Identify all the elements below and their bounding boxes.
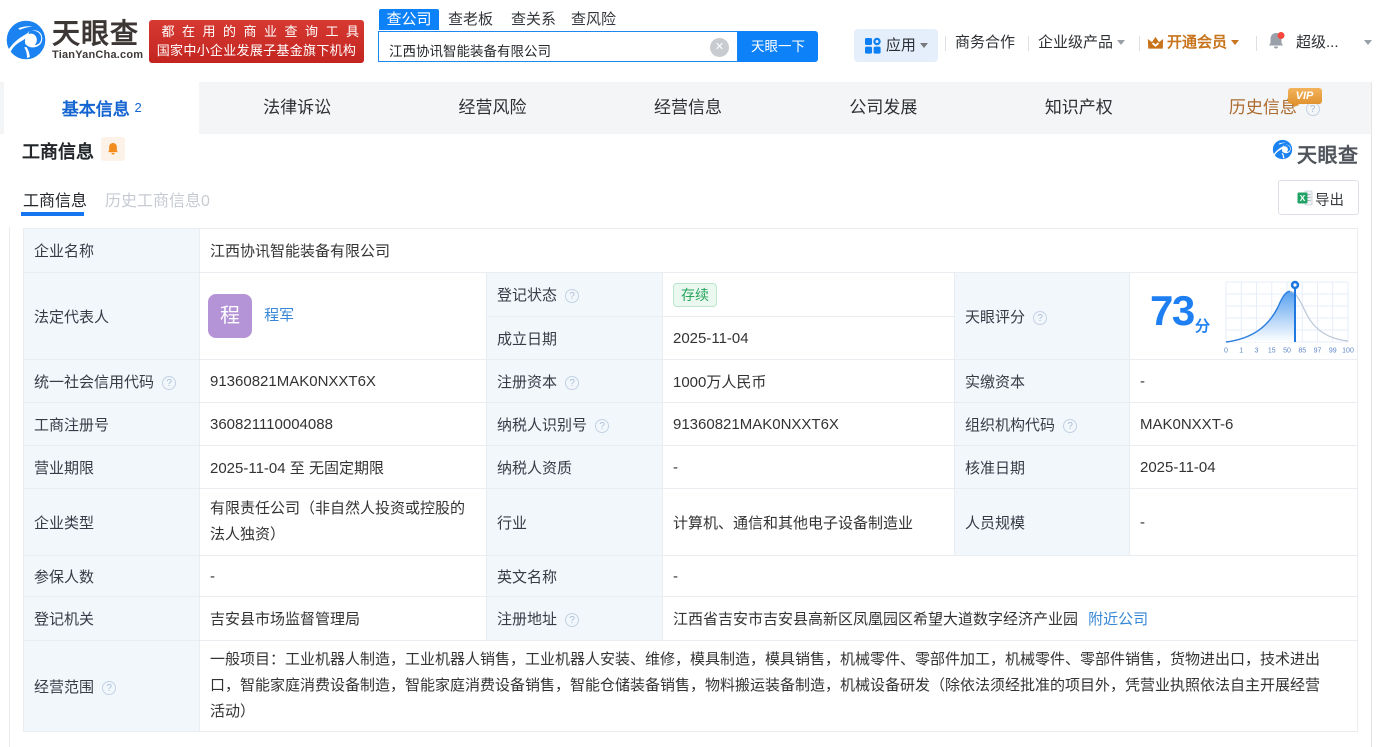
svg-text:1: 1 (1239, 348, 1243, 355)
svg-text:99: 99 (1329, 348, 1337, 355)
svg-text:15: 15 (1268, 348, 1276, 355)
svg-text:50: 50 (1283, 348, 1291, 355)
svg-text:97: 97 (1314, 348, 1322, 355)
svg-text:0: 0 (1224, 348, 1228, 355)
svg-text:100: 100 (1342, 348, 1354, 355)
svg-text:X: X (1300, 193, 1306, 203)
svg-text:3: 3 (1255, 348, 1259, 355)
svg-text:85: 85 (1298, 348, 1306, 355)
